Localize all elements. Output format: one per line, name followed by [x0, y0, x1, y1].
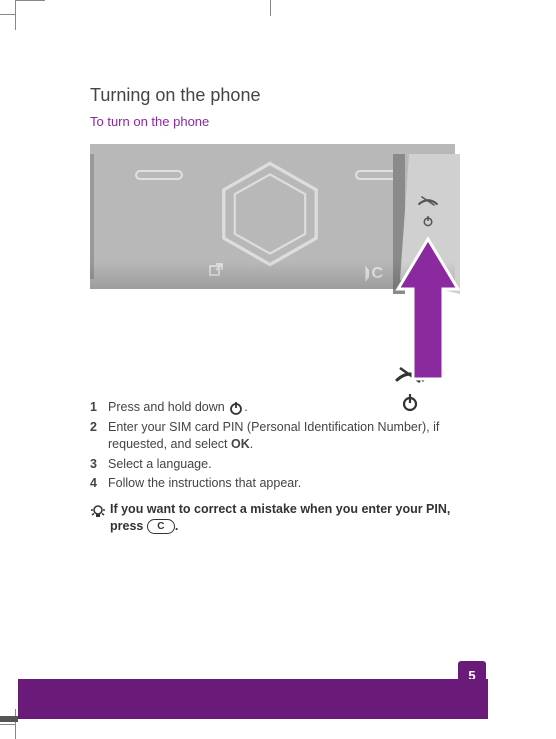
- phone-slot-icon: [135, 170, 183, 180]
- tip-text: If you want to correct a mistake when yo…: [110, 501, 480, 536]
- power-icon: [228, 400, 244, 416]
- step-text: Enter your SIM card PIN (Personal Identi…: [108, 419, 480, 454]
- section-subtitle: To turn on the phone: [90, 114, 480, 129]
- step-number: 3: [90, 456, 108, 474]
- hexagon-icon: [210, 159, 330, 269]
- step-text: Select a language.: [108, 456, 480, 474]
- footer-bar: [18, 679, 488, 719]
- c-key-icon: C: [147, 519, 175, 534]
- list-item: 2 Enter your SIM card PIN (Personal Iden…: [90, 419, 480, 454]
- step-number: 2: [90, 419, 108, 454]
- list-item: 3 Select a language.: [90, 456, 480, 474]
- step-number: 1: [90, 399, 108, 417]
- tip-note: If you want to correct a mistake when yo…: [90, 501, 480, 536]
- page-title: Turning on the phone: [90, 85, 480, 106]
- power-key-panel-icon: [413, 194, 443, 232]
- up-arrow-icon: [393, 234, 463, 384]
- page-content: Turning on the phone To turn on the phon…: [90, 85, 480, 536]
- phone-illustration: C: [90, 144, 455, 289]
- step-text: Follow the instructions that appear.: [108, 475, 480, 493]
- step-number: 4: [90, 475, 108, 493]
- list-item: 4 Follow the instructions that appear.: [90, 475, 480, 493]
- lightbulb-icon: [90, 501, 110, 536]
